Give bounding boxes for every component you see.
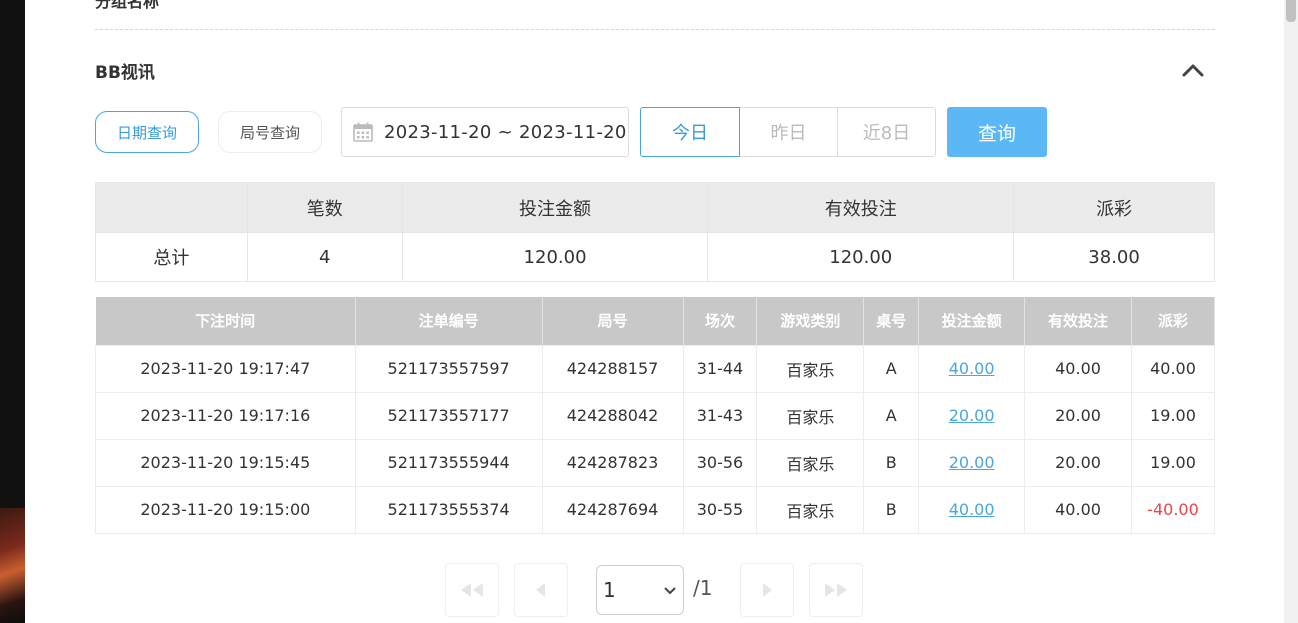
bet-amount-link[interactable]: 20.00 (918, 438, 1026, 487)
chevron-up-icon (1182, 64, 1204, 77)
summary-header-row: 笔数 投注金额 有效投注 派彩 (95, 182, 1215, 233)
cell-round-id: 424287823 (541, 438, 684, 487)
cell-valid-bet: 20.00 (1024, 438, 1132, 487)
cell-round-id: 424288042 (541, 391, 684, 440)
calendar-icon (353, 122, 373, 142)
cell-bet-id: 521173555944 (354, 438, 543, 487)
bet-amount-link[interactable]: 20.00 (918, 391, 1026, 440)
cell-game-type: 百家乐 (756, 344, 865, 393)
summary-header-bet-amount: 投注金额 (401, 182, 709, 233)
scrollbar[interactable] (1284, 0, 1298, 623)
cell-round-id: 424288157 (541, 344, 684, 393)
cell-game-type: 百家乐 (756, 485, 865, 534)
quick-yesterday-button[interactable]: 昨日 (740, 107, 838, 157)
cell-bet-id: 521173557597 (354, 344, 543, 393)
round-query-button[interactable]: 局号查询 (218, 111, 322, 153)
cell-bet-time: 2023-11-20 19:17:47 (95, 344, 356, 393)
background-page-strip (0, 0, 25, 623)
cell-bet-time: 2023-11-20 19:15:45 (95, 438, 356, 487)
summary-total-count: 4 (246, 232, 403, 282)
cell-session: 30-55 (682, 485, 758, 534)
chevron-down-icon (664, 587, 676, 595)
summary-header-label (95, 182, 248, 233)
cell-table-no: B (863, 438, 920, 487)
scrollbar-thumb[interactable] (1286, 0, 1296, 22)
summary-total-row: 总计 4 120.00 120.00 38.00 (95, 232, 1215, 282)
date-query-button[interactable]: 日期查询 (95, 111, 199, 153)
triangle-left-icon (536, 583, 545, 597)
first-page-button[interactable] (445, 563, 499, 617)
cell-valid-bet: 40.00 (1024, 344, 1132, 393)
summary-total-valid-bet: 120.00 (707, 232, 1015, 282)
bet-amount-link[interactable]: 40.00 (918, 485, 1026, 534)
page-select-value: 1 (603, 578, 616, 602)
cell-round-id: 424287694 (541, 485, 684, 534)
table-row: 2023-11-20 19:17:16 521173557177 4242880… (95, 391, 1216, 440)
header-bet-time: 下注时间 (95, 297, 356, 345)
cell-bet-id: 521173555374 (354, 485, 543, 534)
header-valid-bet: 有效投注 (1024, 297, 1132, 345)
triangle-right-icon (763, 583, 772, 597)
double-chevron-left-icon (461, 583, 483, 597)
search-button[interactable]: 查询 (947, 107, 1047, 157)
previous-section-title: 分组名称 (95, 0, 160, 11)
cell-valid-bet: 40.00 (1024, 485, 1132, 534)
collapse-button[interactable] (1181, 58, 1205, 82)
header-table-no: 桌号 (863, 297, 920, 345)
cell-session: 30-56 (682, 438, 758, 487)
background-image (0, 508, 25, 623)
cell-bet-time: 2023-11-20 19:15:00 (95, 485, 356, 534)
quick-last8days-button[interactable]: 近8日 (838, 107, 936, 157)
page-total: /1 (693, 576, 713, 600)
header-bet-id: 注单编号 (355, 297, 543, 345)
cell-game-type: 百家乐 (756, 438, 865, 487)
cell-bet-time: 2023-11-20 19:17:16 (95, 391, 356, 440)
cell-payout-negative: -40.00 (1130, 485, 1216, 534)
header-payout: 派彩 (1131, 297, 1216, 345)
table-row: 2023-11-20 19:15:00 521173555374 4242876… (95, 485, 1216, 534)
summary-header-valid-bet: 有效投注 (707, 182, 1015, 233)
cell-payout: 19.00 (1130, 438, 1216, 487)
summary-header-count: 笔数 (246, 182, 403, 233)
summary-total-payout: 38.00 (1013, 232, 1215, 282)
page: 分组名称 BB视讯 日期查询 局号查询 2023-11-20 ~ 2023-11… (0, 0, 1298, 623)
double-chevron-right-icon (825, 583, 847, 597)
cell-table-no: B (863, 485, 920, 534)
cell-payout: 40.00 (1130, 344, 1216, 393)
quick-date-group: 今日 昨日 近8日 (640, 107, 936, 157)
date-range-value: 2023-11-20 ~ 2023-11-20 (384, 121, 627, 143)
section-divider (95, 29, 1215, 30)
summary-total-label: 总计 (95, 232, 248, 282)
header-round-id: 局号 (542, 297, 684, 345)
bet-amount-link[interactable]: 40.00 (918, 344, 1026, 393)
next-page-button[interactable] (740, 563, 794, 617)
summary-total-bet-amount: 120.00 (401, 232, 709, 282)
page-select[interactable]: 1 (596, 565, 684, 615)
summary-header-payout: 派彩 (1013, 182, 1215, 233)
header-bet-amount: 投注金额 (918, 297, 1026, 345)
header-game-type: 游戏类别 (756, 297, 865, 345)
header-session: 场次 (683, 297, 758, 345)
table-row: 2023-11-20 19:15:45 521173555944 4242878… (95, 438, 1216, 487)
detail-header-row: 下注时间 注单编号 局号 场次 游戏类别 桌号 投注金额 有效投注 派彩 (95, 297, 1216, 345)
cell-session: 31-43 (682, 391, 758, 440)
quick-today-button[interactable]: 今日 (640, 107, 740, 157)
cell-session: 31-44 (682, 344, 758, 393)
cell-game-type: 百家乐 (756, 391, 865, 440)
cell-table-no: A (863, 391, 920, 440)
previous-page-button[interactable] (514, 563, 568, 617)
cell-bet-id: 521173557177 (354, 391, 543, 440)
cell-payout: 19.00 (1130, 391, 1216, 440)
bet-detail-table: 下注时间 注单编号 局号 场次 游戏类别 桌号 投注金额 有效投注 派彩 202… (95, 297, 1216, 534)
section-title: BB视讯 (95, 63, 155, 83)
cell-table-no: A (863, 344, 920, 393)
cell-valid-bet: 20.00 (1024, 391, 1132, 440)
table-row: 2023-11-20 19:17:47 521173557597 4242881… (95, 344, 1216, 393)
last-page-button[interactable] (809, 563, 863, 617)
summary-table: 笔数 投注金额 有效投注 派彩 总计 4 120.00 120.00 38.00 (95, 182, 1215, 282)
date-range-picker[interactable]: 2023-11-20 ~ 2023-11-20 (341, 107, 629, 157)
